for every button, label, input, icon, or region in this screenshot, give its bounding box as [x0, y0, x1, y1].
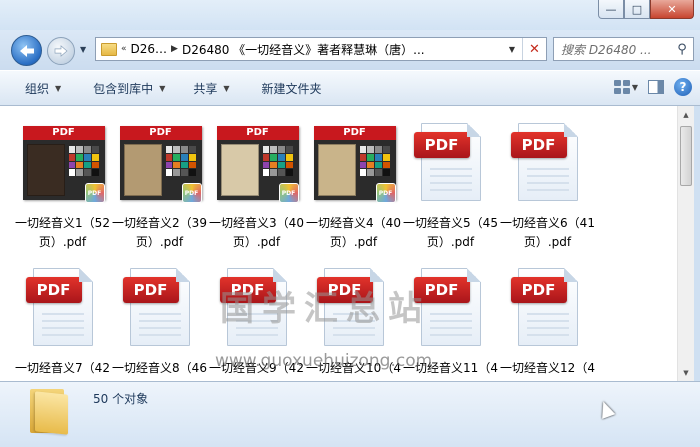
- maximize-icon[interactable]: □: [624, 0, 650, 19]
- chevron-down-icon: ▼: [223, 83, 230, 93]
- file-name: 一切经音义7（42页）.pdf: [15, 361, 110, 381]
- pdf-file-icon: PDF: [21, 268, 105, 352]
- search-icon[interactable]: ⚲: [671, 42, 693, 57]
- file-name: 一切经音义8（46页）.pdf: [112, 361, 207, 381]
- item-count: 50 个对象: [93, 392, 149, 406]
- watermark-title: 国学汇总站: [220, 289, 430, 329]
- book-scan-image: [317, 144, 356, 196]
- file-name: 一切经音义4（40页）.pdf: [306, 216, 401, 249]
- include-in-library-label: 包含到库中: [93, 81, 154, 96]
- file-name: 一切经音义3（40页）.pdf: [209, 216, 304, 249]
- include-in-library-menu[interactable]: 包含到库中 ▼: [83, 80, 175, 97]
- search-box[interactable]: 搜索 D26480 ... ⚲: [553, 37, 694, 61]
- folder-icon: [101, 42, 117, 56]
- file-name: 一切经音义5（45页）.pdf: [403, 216, 498, 249]
- pdf-thumbnail-image: PDF PDF: [118, 123, 202, 207]
- pdf-label-icon: PDF: [413, 132, 470, 158]
- address-bar[interactable]: « D26… ▶ D26480 《一切经音义》著者释慧琳（唐）... ▼ ✕: [95, 37, 547, 61]
- pdf-file-icon: PDF: [118, 268, 202, 352]
- window-frame: [694, 106, 700, 381]
- search-input[interactable]: 搜索 D26480 ...: [554, 41, 671, 58]
- file-name: 一切经音义2（39页）.pdf: [112, 216, 207, 249]
- pdf-banner: PDF: [313, 126, 396, 140]
- pdf-app-badge-icon: PDF: [375, 183, 396, 203]
- pdf-thumbnail-image: PDF PDF: [312, 123, 396, 207]
- watermark-url: www.guoxuehuizong.com: [215, 351, 433, 371]
- new-folder-label: 新建文件夹: [261, 81, 322, 96]
- pdf-label-icon: PDF: [510, 132, 567, 158]
- file-item[interactable]: PDF PDF 一切经音义1（52页）.pdf: [14, 123, 111, 252]
- pdf-label-icon: PDF: [25, 277, 82, 303]
- close-icon[interactable]: ✕: [522, 38, 546, 60]
- file-item[interactable]: PDF 一切经音义6（41页）.pdf: [499, 123, 596, 252]
- pdf-file-icon: PDF: [409, 123, 493, 207]
- pdf-thumbnail-image: PDF PDF: [215, 123, 299, 207]
- file-item[interactable]: PDF PDF 一切经音义4（40页）.pdf: [305, 123, 402, 252]
- color-chart-image: [262, 146, 293, 176]
- window-controls: — □ ✕: [598, 0, 694, 19]
- book-scan-image: [26, 144, 65, 196]
- folder-icon: [30, 389, 68, 435]
- recent-pages-dropdown-icon[interactable]: ▼: [80, 45, 86, 54]
- pdf-label-icon: PDF: [122, 277, 179, 303]
- breadcrumb-item[interactable]: D26…: [131, 42, 168, 56]
- minimize-icon[interactable]: —: [598, 0, 624, 19]
- details-pane: 50 个对象: [0, 381, 700, 447]
- file-item[interactable]: PDF PDF 一切经音义2（39页）.pdf: [111, 123, 208, 252]
- scrollbar-thumb[interactable]: [680, 126, 692, 186]
- color-chart-image: [165, 146, 196, 176]
- pdf-banner: PDF: [119, 126, 202, 140]
- chevron-down-icon[interactable]: ▼: [502, 45, 522, 54]
- breadcrumb-item-current[interactable]: D26480 《一切经音义》著者释慧琳（唐）...: [182, 41, 425, 58]
- file-name: 一切经音义1（52页）.pdf: [15, 216, 110, 249]
- file-name: 一切经音义6（41页）.pdf: [500, 216, 595, 249]
- command-bar: 组织 ▼ 包含到库中 ▼ 共享 ▼ 新建文件夹 ▼ ?: [0, 70, 700, 106]
- file-list-pane: PDF PDF 一切经音义1（52页）.pdf PDF PDF 一切经音义2（39页）.p…: [0, 106, 677, 381]
- chevron-down-icon: ▼: [159, 83, 166, 93]
- breadcrumb-overflow[interactable]: «: [121, 44, 127, 54]
- share-menu[interactable]: 共享 ▼: [183, 80, 239, 97]
- preview-pane-icon[interactable]: [648, 80, 664, 94]
- file-name: 一切经音义12（47页）.pdf: [500, 361, 595, 381]
- pdf-banner: PDF: [22, 126, 105, 140]
- pdf-file-icon: PDF: [506, 268, 590, 352]
- view-controls: ▼ ?: [613, 78, 692, 96]
- arrow-left-icon: [19, 44, 34, 57]
- share-label: 共享: [193, 81, 218, 96]
- forward-button[interactable]: [47, 37, 75, 65]
- file-grid: PDF PDF 一切经音义1（52页）.pdf PDF PDF 一切经音义2（39页）.p…: [14, 123, 596, 381]
- file-item[interactable]: PDF 一切经音义12（47页）.pdf: [499, 268, 596, 381]
- pdf-file-icon: PDF: [506, 123, 590, 207]
- book-scan-image: [123, 144, 162, 196]
- color-chart-image: [359, 146, 390, 176]
- pdf-app-badge-icon: PDF: [84, 183, 105, 203]
- change-view-icon[interactable]: [613, 80, 630, 94]
- file-item[interactable]: PDF 一切经音义8（46页）.pdf: [111, 268, 208, 381]
- vertical-scrollbar[interactable]: ▲ ▼: [677, 106, 694, 381]
- book-scan-image: [220, 144, 259, 196]
- pdf-app-badge-icon: PDF: [181, 183, 202, 203]
- breadcrumb-separator-icon[interactable]: ▶: [171, 44, 178, 54]
- pdf-label-icon: PDF: [510, 277, 567, 303]
- chevron-down-icon[interactable]: ▼: [632, 83, 638, 92]
- file-item[interactable]: PDF PDF 一切经音义3（40页）.pdf: [208, 123, 305, 252]
- file-item[interactable]: PDF 一切经音义7（42页）.pdf: [14, 268, 111, 381]
- chevron-down-icon: ▼: [55, 83, 62, 93]
- pdf-banner: PDF: [216, 126, 299, 140]
- scroll-up-icon[interactable]: ▲: [678, 106, 694, 123]
- back-button[interactable]: [11, 35, 42, 66]
- file-item[interactable]: PDF 一切经音义5（45页）.pdf: [402, 123, 499, 252]
- help-icon[interactable]: ?: [674, 78, 692, 96]
- organize-label: 组织: [25, 81, 50, 96]
- close-icon[interactable]: ✕: [650, 0, 694, 19]
- arrow-right-icon: [54, 45, 68, 57]
- title-bar: — □ ✕: [0, 0, 700, 30]
- color-chart-image: [68, 146, 99, 176]
- organize-menu[interactable]: 组织 ▼: [15, 80, 71, 97]
- new-folder-button[interactable]: 新建文件夹: [252, 80, 332, 97]
- scroll-down-icon[interactable]: ▼: [678, 364, 694, 381]
- mouse-cursor-icon: [596, 399, 616, 419]
- pdf-thumbnail-image: PDF PDF: [21, 123, 105, 207]
- pdf-app-badge-icon: PDF: [278, 183, 299, 203]
